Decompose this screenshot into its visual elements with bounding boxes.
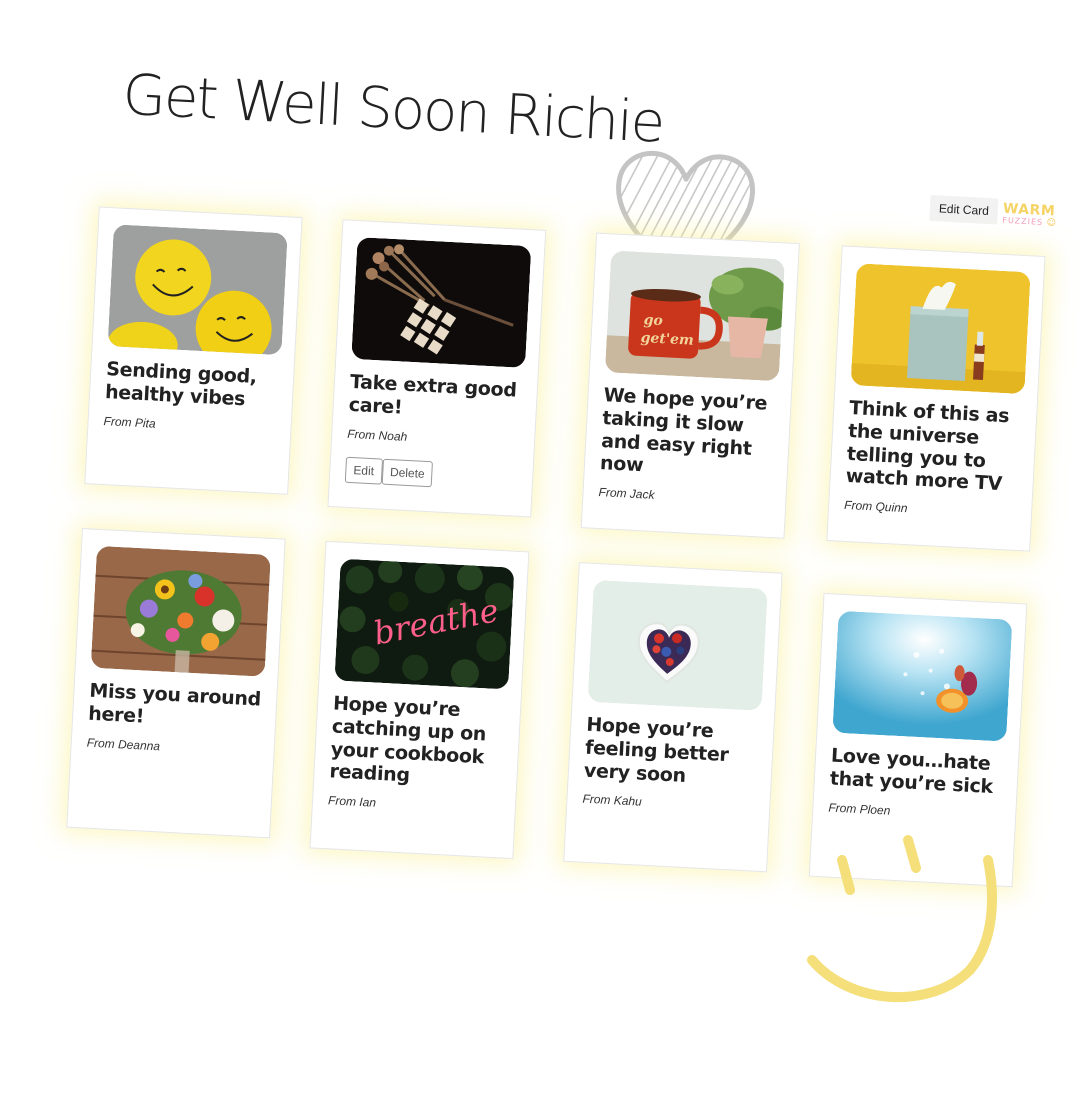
card-from: From Jack bbox=[598, 485, 655, 503]
edit-message-button[interactable]: Edit bbox=[344, 456, 383, 485]
card-actions: Edit Delete bbox=[344, 456, 518, 491]
card-message: Take extra good care! bbox=[348, 370, 518, 419]
card-from: From Noah bbox=[346, 426, 408, 444]
heart-bowl-berries-photo bbox=[587, 579, 768, 711]
card-message: Miss you around here! bbox=[87, 679, 262, 728]
page-title: Get Well Soon Richie bbox=[121, 62, 665, 156]
card-message: We hope you’re taking it slow and easy r… bbox=[599, 384, 768, 477]
card-message: Hope you’re feeling better very soon bbox=[583, 713, 730, 787]
card-message: Love you…hate that you’re sick bbox=[829, 744, 994, 798]
card-item: breathe Hope you’re catching up on your … bbox=[309, 540, 530, 860]
smile-icon: ☺ bbox=[1046, 218, 1058, 229]
card-message: Hope you’re catching up on your cookbook… bbox=[329, 692, 487, 787]
svg-text:get'em: get'em bbox=[640, 330, 694, 349]
card-item: go get'em We hope you’re taking it slow … bbox=[580, 232, 800, 539]
tissue-box-yellow-photo bbox=[850, 263, 1031, 395]
card-from: From Ian bbox=[327, 793, 377, 810]
flower-bouquet-photo bbox=[90, 545, 271, 677]
dried-flowers-get-well-soon-tiles-photo bbox=[351, 237, 532, 368]
delete-message-button[interactable]: Delete bbox=[381, 458, 434, 487]
card-message: Sending good, healthy vibes bbox=[104, 358, 258, 411]
edit-card-button[interactable]: Edit Card bbox=[929, 194, 999, 225]
card-item: Take extra good care! From Noah Edit Del… bbox=[327, 219, 547, 518]
card-from: From Pita bbox=[103, 413, 156, 431]
card-item: Miss you around here! From Deanna bbox=[66, 528, 286, 839]
card-from: From Deanna bbox=[86, 735, 161, 753]
card-message: Think of this as the universe telling yo… bbox=[845, 397, 1010, 496]
warm-fuzzies-logo[interactable]: WARM FUZZIES ☺ bbox=[1002, 201, 1063, 230]
card-item: Hope you’re feeling better very soon Fro… bbox=[563, 562, 783, 873]
card-item: Think of this as the universe telling yo… bbox=[826, 245, 1046, 552]
breathe-neon-sign-photo: breathe bbox=[334, 558, 515, 690]
card-from: From Kahu bbox=[582, 791, 643, 810]
svg-text:go: go bbox=[643, 312, 663, 329]
brand-bottom-text: FUZZIES bbox=[1002, 215, 1044, 227]
smiley-doodle-icon bbox=[807, 835, 997, 1003]
yellow-smiley-balls-photo bbox=[107, 224, 288, 356]
fruit-underwater-photo bbox=[832, 610, 1013, 742]
card-from: From Quinn bbox=[843, 498, 908, 516]
card-item: Sending good, healthy vibes From Pita bbox=[84, 206, 303, 495]
go-get-em-mug-photo: go get'em bbox=[604, 250, 786, 382]
